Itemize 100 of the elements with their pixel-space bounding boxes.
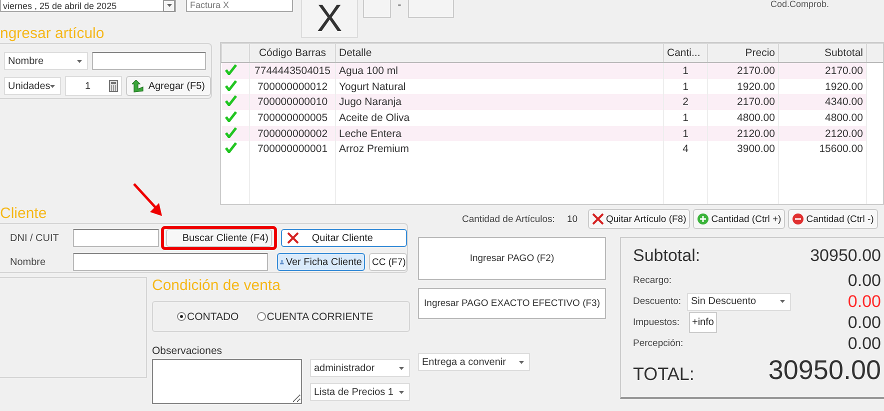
- field-label: Observaciones: [152, 345, 224, 357]
- user-dropdown[interactable]: administrador: [310, 359, 410, 377]
- add-button[interactable]: Agregar (F5): [126, 76, 211, 96]
- radio-label: CUENTA CORRIENTE: [266, 310, 374, 322]
- caret-icon: [77, 60, 82, 62]
- total-line-label: Impuestos:: [633, 317, 680, 328]
- radio-label: CONTADO: [187, 310, 239, 322]
- checkmark-icon: [224, 64, 236, 75]
- items-count-value: 10: [567, 214, 579, 224]
- table-cell: 700000000010: [257, 96, 328, 108]
- quantity-field[interactable]: 1: [65, 76, 122, 96]
- name-field[interactable]: [73, 253, 268, 271]
- total-line-label: Descuento:: [633, 296, 682, 307]
- search-field[interactable]: [92, 52, 206, 70]
- table-cell: 1920.00: [825, 80, 863, 93]
- total-line-value: 0.00: [848, 334, 881, 354]
- view-client-button[interactable]: Ver Ficha Cliente: [277, 253, 365, 271]
- table-cell: 4340.00: [825, 96, 863, 108]
- table-cell: Arroz Premium: [339, 143, 410, 156]
- column-header[interactable]: Código Barras: [250, 44, 336, 62]
- table-cell: 2170.00: [825, 64, 863, 77]
- caret-icon: [399, 390, 404, 394]
- point-of-sale-field[interactable]: [363, 0, 391, 18]
- annotation-arrow: [132, 182, 164, 218]
- table-cell: Yogurt Natural: [339, 80, 406, 93]
- code-label: Cod.Comprob.: [770, 0, 829, 8]
- table-cell: 1: [682, 64, 688, 77]
- table-cell: 1920.00: [737, 80, 775, 93]
- minus-circle-icon: [792, 213, 804, 225]
- table-cell: 7744443504015: [254, 64, 330, 77]
- checkmark-icon: [224, 126, 236, 138]
- column-header[interactable]: Subtotal: [778, 44, 866, 62]
- payment-button[interactable]: Ingresar PAGO (F2): [418, 237, 606, 280]
- invoice-number-field[interactable]: [408, 0, 454, 18]
- field-label: DNI / CUIT: [9, 232, 60, 244]
- caret-icon: [519, 360, 524, 364]
- invoice-letter: X: [301, 0, 358, 38]
- total-label: TOTAL:: [633, 364, 694, 386]
- separator-text: -: [396, 0, 402, 10]
- account-button[interactable]: CC (F7): [369, 253, 407, 271]
- table-cell: 2: [682, 96, 688, 108]
- table-cell: 1: [682, 128, 688, 140]
- delivery-dropdown[interactable]: Entrega a convenir: [418, 353, 530, 371]
- total-line-label: Percepción:: [633, 338, 684, 349]
- total-value: 30950.00: [768, 356, 881, 386]
- table-cell: 2170.00: [737, 96, 775, 108]
- total-line-value: 0.00: [848, 312, 881, 332]
- subtotal-label: Subtotal:: [633, 246, 700, 266]
- search-by-dropdown[interactable]: Nombre: [4, 52, 88, 70]
- checkmark-icon: [224, 95, 236, 106]
- table-cell: 4800.00: [825, 112, 863, 124]
- table-cell: Leche Entera: [339, 128, 402, 140]
- items-count-label: Cantidad de Artículos:: [462, 214, 556, 224]
- id-field[interactable]: [73, 229, 160, 247]
- remove-client-button[interactable]: Quitar Cliente: [281, 229, 407, 247]
- table-cell: 4800.00: [737, 112, 775, 124]
- total-line-label: Recargo:: [633, 275, 673, 286]
- table-cell: 2120.00: [737, 128, 775, 140]
- table-cell: 700000000005: [257, 112, 328, 124]
- caret-icon: [780, 300, 785, 303]
- table-cell: 1: [682, 80, 688, 93]
- table-cell: 700000000012: [257, 80, 328, 93]
- radio-button[interactable]: [256, 312, 266, 321]
- discount-dropdown[interactable]: Sin Descuento: [687, 292, 791, 310]
- notes-field[interactable]: [152, 359, 302, 404]
- section-title: Condición de venta: [152, 277, 282, 294]
- checkmark-icon: [224, 80, 236, 91]
- column-header[interactable]: Canti...: [664, 44, 708, 62]
- price-list-dropdown[interactable]: Lista de Precios 1: [310, 383, 410, 401]
- subtotal-value: 30950.00: [810, 246, 881, 266]
- column-header[interactable]: Detalle: [336, 44, 664, 62]
- table-cell: 4: [682, 143, 688, 156]
- column-header[interactable]: Precio: [708, 44, 778, 62]
- item-action-button[interactable]: Cantidad (Ctrl -): [788, 209, 878, 229]
- search-client-button[interactable]: Buscar Cliente (F4): [166, 229, 272, 247]
- plus-circle-icon: [697, 213, 710, 225]
- info-button[interactable]: +info: [689, 312, 717, 333]
- caret-icon: [399, 366, 404, 370]
- date-picker[interactable]: viernes , 25 de abril de 2025: [0, 0, 176, 12]
- field-label: Nombre: [9, 256, 47, 268]
- payment-button[interactable]: Ingresar PAGO EXACTO EFECTIVO (F3): [418, 288, 606, 319]
- table-cell: 2170.00: [737, 64, 775, 77]
- caret-icon: [50, 84, 56, 88]
- table-cell: 2120.00: [825, 128, 863, 140]
- table-cell: Aceite de Oliva: [339, 112, 410, 124]
- total-line-value: 0.00: [848, 270, 881, 290]
- item-action-button[interactable]: Quitar Artículo (F8): [588, 209, 690, 229]
- item-action-button[interactable]: Cantidad (Ctrl +): [693, 209, 786, 229]
- table-cell: 700000000002: [257, 128, 328, 140]
- invoice-type-field[interactable]: Factura X: [186, 0, 293, 12]
- table-cell: 15600.00: [819, 143, 863, 156]
- calculator-icon: [109, 80, 118, 92]
- cross-icon: [592, 213, 604, 225]
- section-title: Cliente: [0, 205, 48, 223]
- table-cell: Agua 100 ml: [339, 64, 398, 77]
- radio-button[interactable]: [177, 312, 186, 321]
- unit-dropdown[interactable]: Unidades: [4, 77, 62, 95]
- total-line-value: 0.00: [848, 292, 881, 312]
- checkmark-icon: [224, 142, 236, 154]
- table-cell: 700000000001: [257, 143, 328, 156]
